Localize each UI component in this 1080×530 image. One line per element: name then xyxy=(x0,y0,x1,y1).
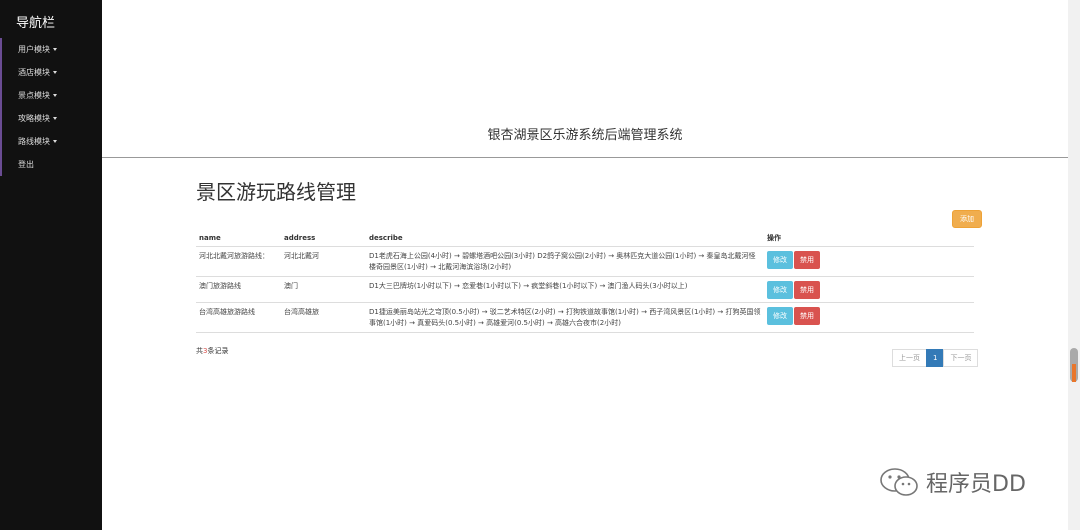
record-count-suffix: 条记录 xyxy=(207,347,229,355)
caret-down-icon xyxy=(53,140,57,143)
sidebar-brand: 导航栏 xyxy=(16,16,56,31)
caret-down-icon xyxy=(53,48,57,51)
table-header-row: name address describe 操作 xyxy=(196,230,974,247)
cell-describe: D1大三巴牌坊(1小时以下) → 恋爱巷(1小时以下) → 疯堂斜巷(1小时以下… xyxy=(366,276,764,303)
sidebar-item-label: 登出 xyxy=(18,160,34,169)
sidebar-item-label: 用户模块 xyxy=(18,45,50,54)
sidebar-item-hotels[interactable]: 酒店模块 xyxy=(0,61,102,84)
header: 银杏湖景区乐游系统后端管理系统 xyxy=(102,0,1068,158)
table-row: 台湾高雄旅游路线 台湾高雄旅 D1捷运美丽岛站光之穹顶(0.5小时) → 驳二艺… xyxy=(196,302,974,333)
edit-button[interactable]: 修改 xyxy=(767,250,793,269)
disable-button[interactable]: 禁用 xyxy=(794,280,820,299)
column-header-actions: 操作 xyxy=(764,230,974,247)
caret-down-icon xyxy=(53,71,57,74)
page-scrollbar[interactable] xyxy=(1068,0,1080,530)
sidebar-item-label: 路线模块 xyxy=(18,137,50,146)
sidebar-item-users[interactable]: 用户模块 xyxy=(0,38,102,61)
sidebar-item-attractions[interactable]: 景点模块 xyxy=(0,84,102,107)
sidebar-item-logout[interactable]: 登出 xyxy=(0,153,102,176)
cell-actions: 修改 禁用 xyxy=(764,276,974,303)
site-title: 银杏湖景区乐游系统后端管理系统 xyxy=(487,128,683,143)
add-button[interactable]: 添加 xyxy=(952,210,982,228)
caret-down-icon xyxy=(53,117,57,120)
main-content: 景区游玩路线管理 添加 name address describe 操作 河北北… xyxy=(196,176,986,367)
cell-actions: 修改 禁用 xyxy=(764,246,974,277)
cell-name: 澳门旅游路线 xyxy=(196,276,281,303)
table-row: 澳门旅游路线 澳门 D1大三巴牌坊(1小时以下) → 恋爱巷(1小时以下) → … xyxy=(196,276,974,303)
cell-describe: D1老虎石海上公园(4小时) → 碧螺塔酒吧公园(3小时) D2鸽子窝公园(2小… xyxy=(366,246,764,277)
edit-button[interactable]: 修改 xyxy=(767,280,793,299)
cell-address: 台湾高雄旅 xyxy=(281,302,366,333)
page-1-button[interactable]: 1 xyxy=(926,349,945,367)
page-title: 景区游玩路线管理 xyxy=(196,180,356,204)
sidebar: 导航栏 用户模块 酒店模块 景点模块 攻略模块 路线模块 登出 xyxy=(0,0,102,530)
scroll-marker xyxy=(1072,364,1076,382)
cell-name: 河北北戴河旅游路线： xyxy=(196,246,281,277)
disable-button[interactable]: 禁用 xyxy=(794,306,820,325)
cell-name: 台湾高雄旅游路线 xyxy=(196,302,281,333)
sidebar-item-routes[interactable]: 路线模块 xyxy=(0,130,102,153)
sidebar-item-label: 景点模块 xyxy=(18,91,50,100)
sidebar-item-guides[interactable]: 攻略模块 xyxy=(0,107,102,130)
watermark: 程序员DD xyxy=(878,466,1026,498)
column-header-name: name xyxy=(196,230,281,247)
routes-table: name address describe 操作 河北北戴河旅游路线： 河北北戴… xyxy=(196,230,974,333)
next-page-button[interactable]: 下一页 xyxy=(943,349,979,367)
watermark-text: 程序员DD xyxy=(926,472,1026,497)
record-count: 共3条记录 xyxy=(196,346,228,356)
prev-page-button[interactable]: 上一页 xyxy=(892,349,927,367)
record-count-prefix: 共 xyxy=(196,347,203,355)
cell-describe: D1捷运美丽岛站光之穹顶(0.5小时) → 驳二艺术特区(2小时) → 打狗铁道… xyxy=(366,302,764,333)
disable-button[interactable]: 禁用 xyxy=(794,250,820,269)
cell-actions: 修改 禁用 xyxy=(764,302,974,333)
sidebar-item-label: 酒店模块 xyxy=(18,68,50,77)
wechat-logo-icon xyxy=(880,468,918,496)
cell-address: 澳门 xyxy=(281,276,366,303)
sidebar-item-label: 攻略模块 xyxy=(18,114,50,123)
caret-down-icon xyxy=(53,94,57,97)
edit-button[interactable]: 修改 xyxy=(767,306,793,325)
cell-address: 河北北戴河 xyxy=(281,246,366,277)
pagination: 上一页 1 下一页 xyxy=(892,349,979,367)
column-header-describe: describe xyxy=(366,230,764,247)
table-row: 河北北戴河旅游路线： 河北北戴河 D1老虎石海上公园(4小时) → 碧螺塔酒吧公… xyxy=(196,246,974,277)
column-header-address: address xyxy=(281,230,366,247)
